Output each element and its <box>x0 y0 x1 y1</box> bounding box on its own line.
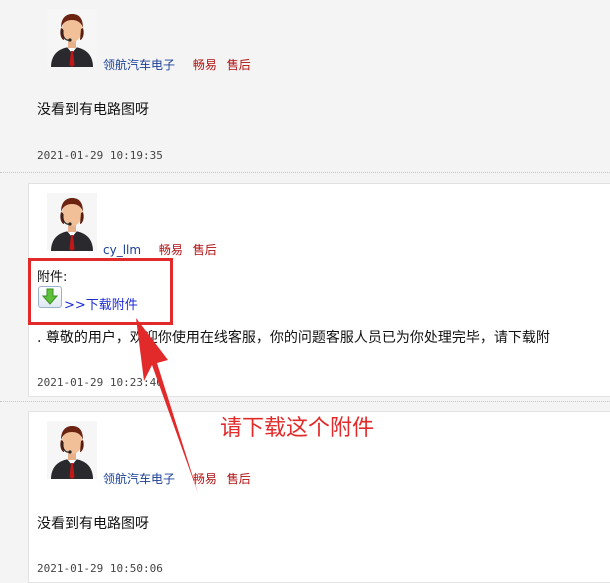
post-separator <box>0 172 610 173</box>
post-timestamp: 2021-01-29 10:50:06 <box>37 562 163 575</box>
post-author-line: cy_llm 畅易 售后 <box>103 241 217 258</box>
username[interactable]: 领航汽车电子 <box>103 472 175 486</box>
agent-role: 售后 <box>226 58 251 72</box>
attachment-highlight-box <box>28 258 173 325</box>
user-avatar <box>47 9 97 67</box>
agent-name: 畅易 <box>192 58 217 72</box>
post-message: 没看到有电路图呀 <box>37 102 149 118</box>
post-message: . 尊敬的用户，欢迎你使用在线客服，你的问题客服人员已为你处理完毕，请下载附 <box>37 330 550 346</box>
agent-name: 畅易 <box>158 243 183 257</box>
post-author-line: 领航汽车电子 畅易 售后 <box>103 56 251 73</box>
post-1: 领航汽车电子 畅易 售后 没看到有电路图呀 2021-01-29 10:19:3… <box>0 0 610 172</box>
annotation-text: 请下载这个附件 <box>220 416 375 441</box>
post-author-line: 领航汽车电子 畅易 售后 <box>103 470 251 487</box>
username[interactable]: 领航汽车电子 <box>103 58 175 72</box>
post-message: 没看到有电路图呀 <box>37 516 149 532</box>
agent-role: 售后 <box>226 472 251 486</box>
user-avatar <box>47 193 97 251</box>
user-avatar <box>47 421 97 479</box>
username[interactable]: cy_llm <box>103 243 141 257</box>
post-separator <box>0 401 610 402</box>
agent-role: 售后 <box>192 243 217 257</box>
post-timestamp: 2021-01-29 10:19:35 <box>37 149 163 162</box>
agent-name: 畅易 <box>192 472 217 486</box>
post-timestamp: 2021-01-29 10:23:40 <box>37 376 163 389</box>
